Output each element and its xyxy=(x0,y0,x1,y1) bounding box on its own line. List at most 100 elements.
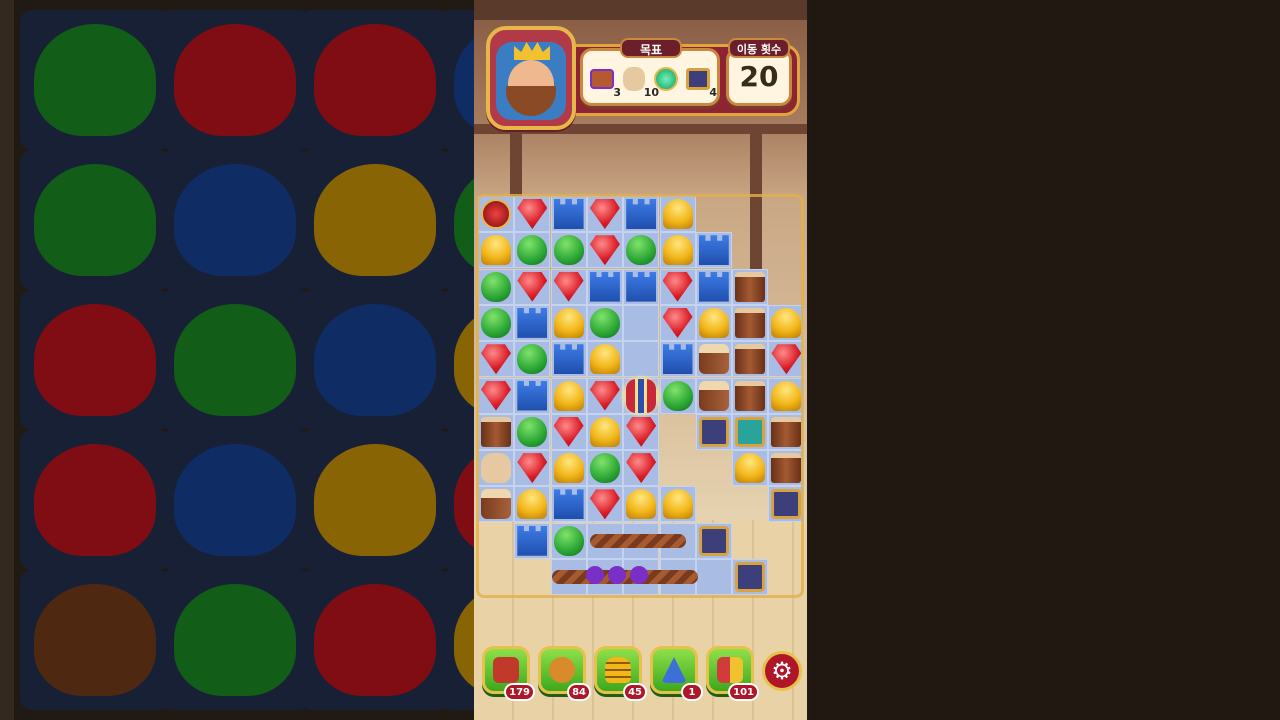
booster-count: 179 xyxy=(504,683,535,701)
booster-wizard-hat[interactable]: 1 xyxy=(650,646,703,701)
blue-tile[interactable] xyxy=(626,271,657,302)
bg-cell xyxy=(20,150,170,290)
green-tile[interactable] xyxy=(589,453,620,484)
wood-tile[interactable] xyxy=(735,271,766,302)
yellow-tile[interactable] xyxy=(481,235,511,266)
blue-tile[interactable] xyxy=(589,271,620,302)
blue-tile[interactable] xyxy=(517,380,548,411)
yellow-tile[interactable] xyxy=(589,416,620,447)
green-tile[interactable] xyxy=(626,235,657,266)
cat-statue-icon: 10 xyxy=(619,63,659,99)
bg-cell xyxy=(300,290,450,430)
cat-tile[interactable] xyxy=(481,453,511,484)
blue-tile[interactable] xyxy=(698,271,729,302)
wall-beam xyxy=(750,130,762,280)
wood-tile[interactable] xyxy=(771,453,802,484)
green-tile[interactable] xyxy=(589,307,620,338)
wood-tile[interactable] xyxy=(735,344,766,375)
bg-blue-tile xyxy=(314,304,436,416)
green-tile[interactable] xyxy=(481,307,511,338)
bg-cell xyxy=(300,570,450,710)
yellow-tile[interactable] xyxy=(771,380,802,411)
wood-tile[interactable] xyxy=(771,416,802,447)
goal-count: 4 xyxy=(709,86,717,99)
yellow-tile[interactable] xyxy=(698,307,729,338)
bg-cell xyxy=(300,10,450,150)
booster-hammer-chest[interactable]: 179 xyxy=(482,646,535,701)
bg-cell xyxy=(300,150,450,290)
bg-cell xyxy=(20,10,170,150)
king-avatar-frame xyxy=(486,26,576,130)
grape-decoration xyxy=(630,566,648,584)
bg-cell xyxy=(20,430,170,570)
jester-hammer-icon xyxy=(717,657,743,683)
wood-tile[interactable] xyxy=(481,416,511,447)
blue-tile[interactable] xyxy=(553,344,584,375)
rocket-special-tile[interactable] xyxy=(626,378,657,413)
blue-tile[interactable] xyxy=(517,307,548,338)
green-tile[interactable] xyxy=(553,525,584,556)
moves-title: 이동 횟수 xyxy=(728,38,790,58)
yellow-tile[interactable] xyxy=(662,199,693,229)
chest-tile[interactable] xyxy=(698,380,729,411)
board-cell[interactable] xyxy=(623,304,660,341)
stump-tile[interactable] xyxy=(481,489,511,520)
crate-tile[interactable] xyxy=(771,489,802,520)
booster-cannon[interactable]: 84 xyxy=(538,646,591,701)
green-tile[interactable] xyxy=(662,380,693,411)
blue-tile[interactable] xyxy=(553,489,584,520)
yellow-tile[interactable] xyxy=(626,489,657,520)
gear-icon: ⚙ xyxy=(771,657,793,685)
crate-tile[interactable] xyxy=(698,416,729,447)
wood-tile[interactable] xyxy=(735,307,766,338)
grape-decoration xyxy=(608,566,626,584)
yellow-tile[interactable] xyxy=(771,307,802,338)
green-tile[interactable] xyxy=(517,344,548,375)
crate-tile[interactable] xyxy=(735,562,766,592)
bg-cell xyxy=(300,430,450,570)
blue-tile[interactable] xyxy=(662,344,693,375)
bg-green-tile xyxy=(34,164,156,276)
green-tile[interactable] xyxy=(481,271,511,302)
wood-tile[interactable] xyxy=(735,380,766,411)
yellow-tile[interactable] xyxy=(735,453,766,484)
wizard-hat-icon xyxy=(661,657,687,683)
bg-wood-tile xyxy=(34,584,156,696)
board-cell[interactable] xyxy=(695,559,732,595)
bg-cell xyxy=(20,290,170,430)
blue-tile[interactable] xyxy=(626,199,657,229)
settings-button[interactable]: ⚙ xyxy=(762,651,802,691)
stump-tile[interactable] xyxy=(698,344,729,375)
bg-wall-right xyxy=(810,0,1280,720)
booster-jester-hammer[interactable]: 101 xyxy=(706,646,759,701)
crate-tile[interactable] xyxy=(698,525,729,556)
booster-beehive[interactable]: 45 xyxy=(594,646,647,701)
booster-count: 1 xyxy=(681,683,703,701)
blue-tile[interactable] xyxy=(517,525,548,556)
tealbox-tile[interactable] xyxy=(735,416,766,447)
king-avatar xyxy=(496,42,566,120)
board-cell[interactable] xyxy=(623,341,660,378)
bg-cell xyxy=(160,430,310,570)
goal-title: 목표 xyxy=(620,38,682,58)
green-gem-shape xyxy=(654,67,678,91)
yellow-tile[interactable] xyxy=(553,453,584,484)
yellow-tile[interactable] xyxy=(517,489,548,520)
yellow-tile[interactable] xyxy=(662,235,693,266)
green-tile[interactable] xyxy=(553,235,584,266)
bg-red-tile xyxy=(174,24,296,136)
crate-icon: 4 xyxy=(683,63,717,99)
blue-tile[interactable] xyxy=(698,235,729,266)
green-tile[interactable] xyxy=(517,416,548,447)
game-screen: 3 10 4 목표 20 이동 횟수 179 84 45 1 101 ⚙ xyxy=(0,0,1280,720)
yellow-tile[interactable] xyxy=(662,489,693,520)
yellow-tile[interactable] xyxy=(553,380,584,411)
bg-red-tile xyxy=(314,24,436,136)
game-view: 3 10 4 목표 20 이동 횟수 179 84 45 1 101 ⚙ xyxy=(474,0,807,720)
green-tile[interactable] xyxy=(517,235,548,266)
beehive-icon xyxy=(605,657,631,683)
blue-tile[interactable] xyxy=(553,199,584,229)
redball-tile[interactable] xyxy=(481,199,511,229)
yellow-tile[interactable] xyxy=(553,307,584,338)
yellow-tile[interactable] xyxy=(589,344,620,375)
